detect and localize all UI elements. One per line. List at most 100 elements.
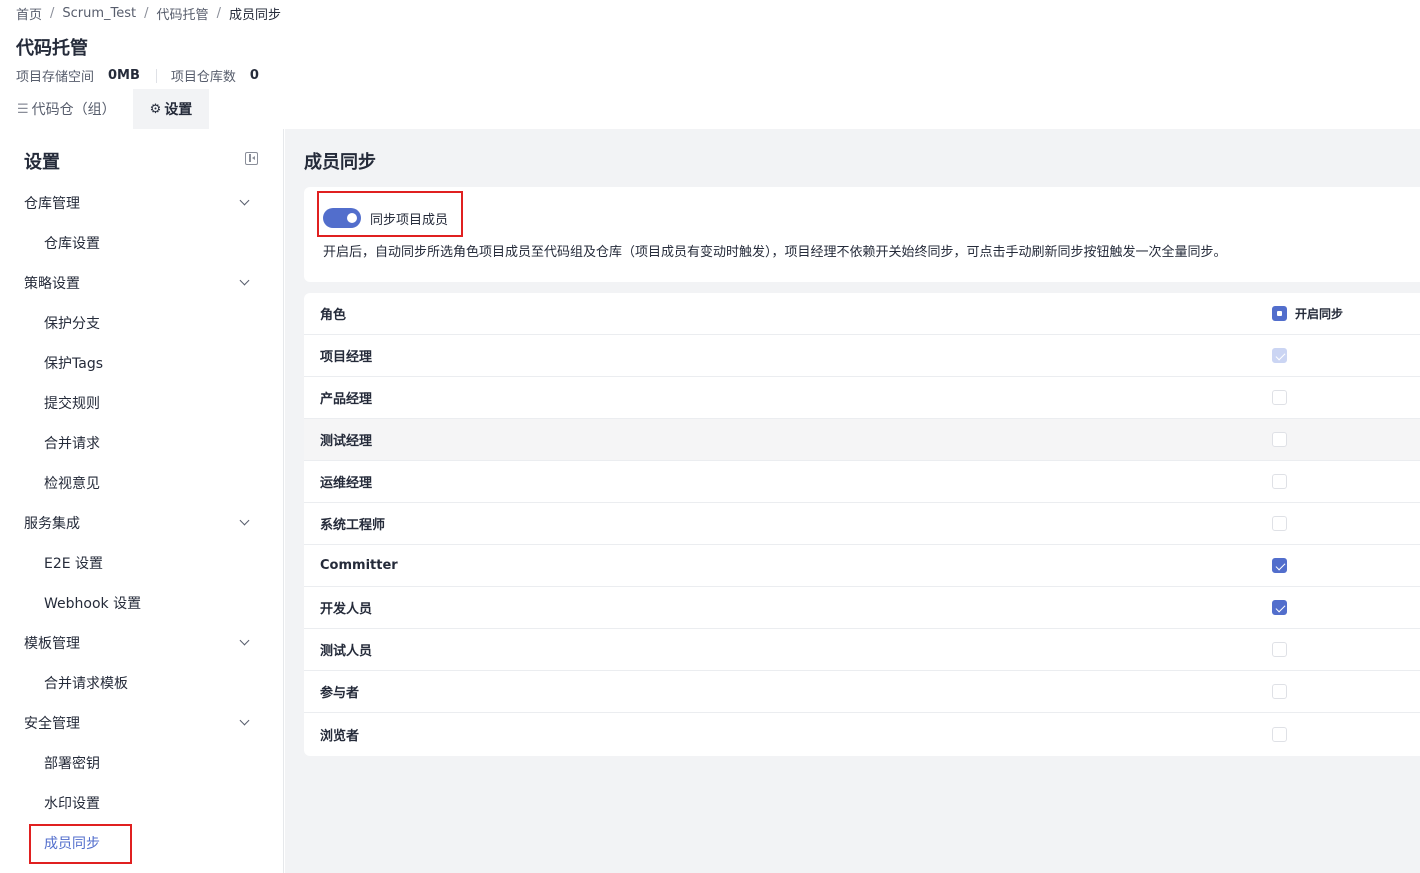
nav-item-commit-rules[interactable]: 提交规则 (0, 383, 284, 423)
section-title: 成员同步 (304, 152, 376, 173)
column-header-role: 角色 (320, 308, 347, 323)
nav-item-webhook-settings[interactable]: Webhook 设置 (0, 583, 284, 623)
nav-group-repo-management[interactable]: 仓库管理 (0, 183, 284, 223)
table-row: 浏览者 (304, 713, 1420, 755)
nav-group-service-integration[interactable]: 服务集成 (0, 503, 284, 543)
role-name: 开发人员 (320, 602, 373, 617)
nav-item-label: 保护分支 (44, 316, 100, 332)
nav-item-protected-tags[interactable]: 保护Tags (0, 343, 284, 383)
breadcrumb-separator: / (144, 5, 149, 21)
nav-item-label: 成员同步 (44, 836, 100, 852)
sync-checkbox[interactable] (1272, 390, 1287, 405)
sync-settings-card: 同步项目成员 开启后，自动同步所选角色项目成员至代码组及仓库（项目成员有变动时触… (304, 187, 1420, 282)
role-name: 测试人员 (320, 644, 373, 659)
main-content: 成员同步 同步项目成员 开启后，自动同步所选角色项目成员至代码组及仓库（项目成员… (285, 129, 1420, 873)
sync-description: 开启后，自动同步所选角色项目成员至代码组及仓库（项目成员有变动时触发），项目经理… (323, 245, 1227, 260)
role-name: 参与者 (320, 686, 360, 701)
project-stats: 项目存储空间 0MB 项目仓库数 0 (16, 66, 259, 85)
sync-checkbox[interactable] (1272, 726, 1287, 742)
nav-item-merge-requests[interactable]: 合并请求 (0, 423, 284, 463)
nav-item-protected-branches[interactable]: 保护分支 (0, 303, 284, 343)
sync-toggle-row: 同步项目成员 (323, 208, 448, 228)
sync-members-switch[interactable] (323, 208, 361, 228)
chevron-down-icon (239, 715, 250, 726)
page-title: 代码托管 (16, 38, 88, 59)
nav-item-watermark-settings[interactable]: 水印设置 (0, 783, 284, 823)
repo-count-label: 项目仓库数 (170, 70, 236, 85)
table-row: 测试人员 (304, 629, 1420, 671)
collapse-sidebar-icon[interactable] (245, 152, 258, 165)
sync-checkbox[interactable] (1272, 684, 1287, 699)
table-row: 测试经理 (304, 419, 1420, 461)
nav-group-label: 模板管理 (24, 636, 80, 652)
nav-item-member-sync[interactable]: 成员同步 (0, 823, 284, 863)
nav-group-template-management[interactable]: 模板管理 (0, 623, 284, 663)
tab-repositories[interactable]: ☰ 代码仓（组） (0, 89, 133, 129)
nav-item-label: 检视意见 (44, 476, 100, 492)
storage-label: 项目存储空间 (16, 70, 95, 85)
page-tabs: ☰ 代码仓（组） ⚙ 设置 (0, 89, 210, 129)
repo-count-value: 0 (249, 68, 259, 83)
table-row: 系统工程师 (304, 503, 1420, 545)
nav-item-label: 仓库设置 (44, 236, 100, 252)
sync-checkbox[interactable] (1272, 516, 1287, 531)
sync-checkbox[interactable] (1272, 432, 1287, 447)
gear-icon: ⚙ (149, 101, 162, 117)
sync-checkbox[interactable] (1272, 558, 1287, 573)
nav-item-e2e-settings[interactable]: E2E 设置 (0, 543, 284, 583)
nav-item-label: E2E 设置 (44, 556, 104, 572)
table-row: Committer (304, 545, 1420, 587)
sidebar-nav: 仓库管理 仓库设置 策略设置 保护分支 保护Tags 提交规则 合并请求 检视意… (0, 183, 284, 863)
column-header-sync: 开启同步 (1272, 305, 1343, 322)
sync-checkbox (1272, 348, 1287, 363)
tab-settings[interactable]: ⚙ 设置 (132, 89, 210, 129)
breadcrumb-separator: / (216, 5, 221, 21)
chevron-down-icon (239, 195, 250, 206)
storage-value: 0MB (108, 68, 140, 83)
role-name: 测试经理 (320, 434, 373, 449)
nav-item-review-comments[interactable]: 检视意见 (0, 463, 284, 503)
nav-group-label: 仓库管理 (24, 196, 80, 212)
table-row: 开发人员 (304, 587, 1420, 629)
nav-item-label: 提交规则 (44, 396, 100, 412)
breadcrumb: 首页 / Scrum_Test / 代码托管 / 成员同步 (16, 4, 281, 23)
chevron-down-icon (239, 515, 250, 526)
sync-checkbox[interactable] (1272, 600, 1287, 615)
nav-item-label: 部署密钥 (44, 756, 100, 772)
breadcrumb-separator: / (50, 5, 55, 21)
nav-item-label: 保护Tags (44, 356, 103, 372)
chevron-down-icon (239, 635, 250, 646)
role-name: 系统工程师 (320, 518, 386, 533)
role-sync-table: 角色 开启同步 项目经理 产品经理 测试经理 运维经理 系统工程师 Commit… (304, 293, 1420, 756)
breadcrumb-home[interactable]: 首页 (16, 4, 42, 23)
nav-item-repo-settings[interactable]: 仓库设置 (0, 223, 284, 263)
sync-members-label: 同步项目成员 (370, 212, 449, 228)
role-name: 运维经理 (320, 476, 373, 491)
nav-item-label: 合并请求 (44, 436, 100, 452)
sync-checkbox[interactable] (1272, 474, 1287, 489)
breadcrumb-project[interactable]: Scrum_Test (62, 6, 136, 21)
table-header: 角色 开启同步 (304, 293, 1420, 335)
breadcrumb-code-hosting[interactable]: 代码托管 (157, 4, 209, 23)
list-icon: ☰ (17, 101, 29, 117)
nav-item-label: 合并请求模板 (44, 676, 128, 692)
nav-group-label: 安全管理 (24, 716, 80, 732)
nav-group-label: 服务集成 (24, 516, 80, 532)
select-all-checkbox[interactable] (1272, 306, 1287, 321)
table-row: 项目经理 (304, 335, 1420, 377)
nav-item-label: 水印设置 (44, 796, 100, 812)
chevron-down-icon (239, 275, 250, 286)
role-name: 项目经理 (320, 350, 373, 365)
sync-checkbox[interactable] (1272, 642, 1287, 657)
settings-sidebar: 设置 仓库管理 仓库设置 策略设置 保护分支 保护Tags 提交规则 合并请求 … (0, 129, 284, 873)
nav-group-label: 策略设置 (24, 276, 80, 292)
column-header-sync-label: 开启同步 (1295, 307, 1344, 321)
role-name: 浏览者 (320, 728, 360, 744)
nav-group-security-management[interactable]: 安全管理 (0, 703, 284, 743)
tab-label: 代码仓（组） (31, 102, 116, 118)
tab-label: 设置 (164, 102, 193, 118)
role-name: Committer (320, 558, 398, 573)
nav-item-deploy-keys[interactable]: 部署密钥 (0, 743, 284, 783)
nav-group-policy-settings[interactable]: 策略设置 (0, 263, 284, 303)
nav-item-mr-templates[interactable]: 合并请求模板 (0, 663, 284, 703)
